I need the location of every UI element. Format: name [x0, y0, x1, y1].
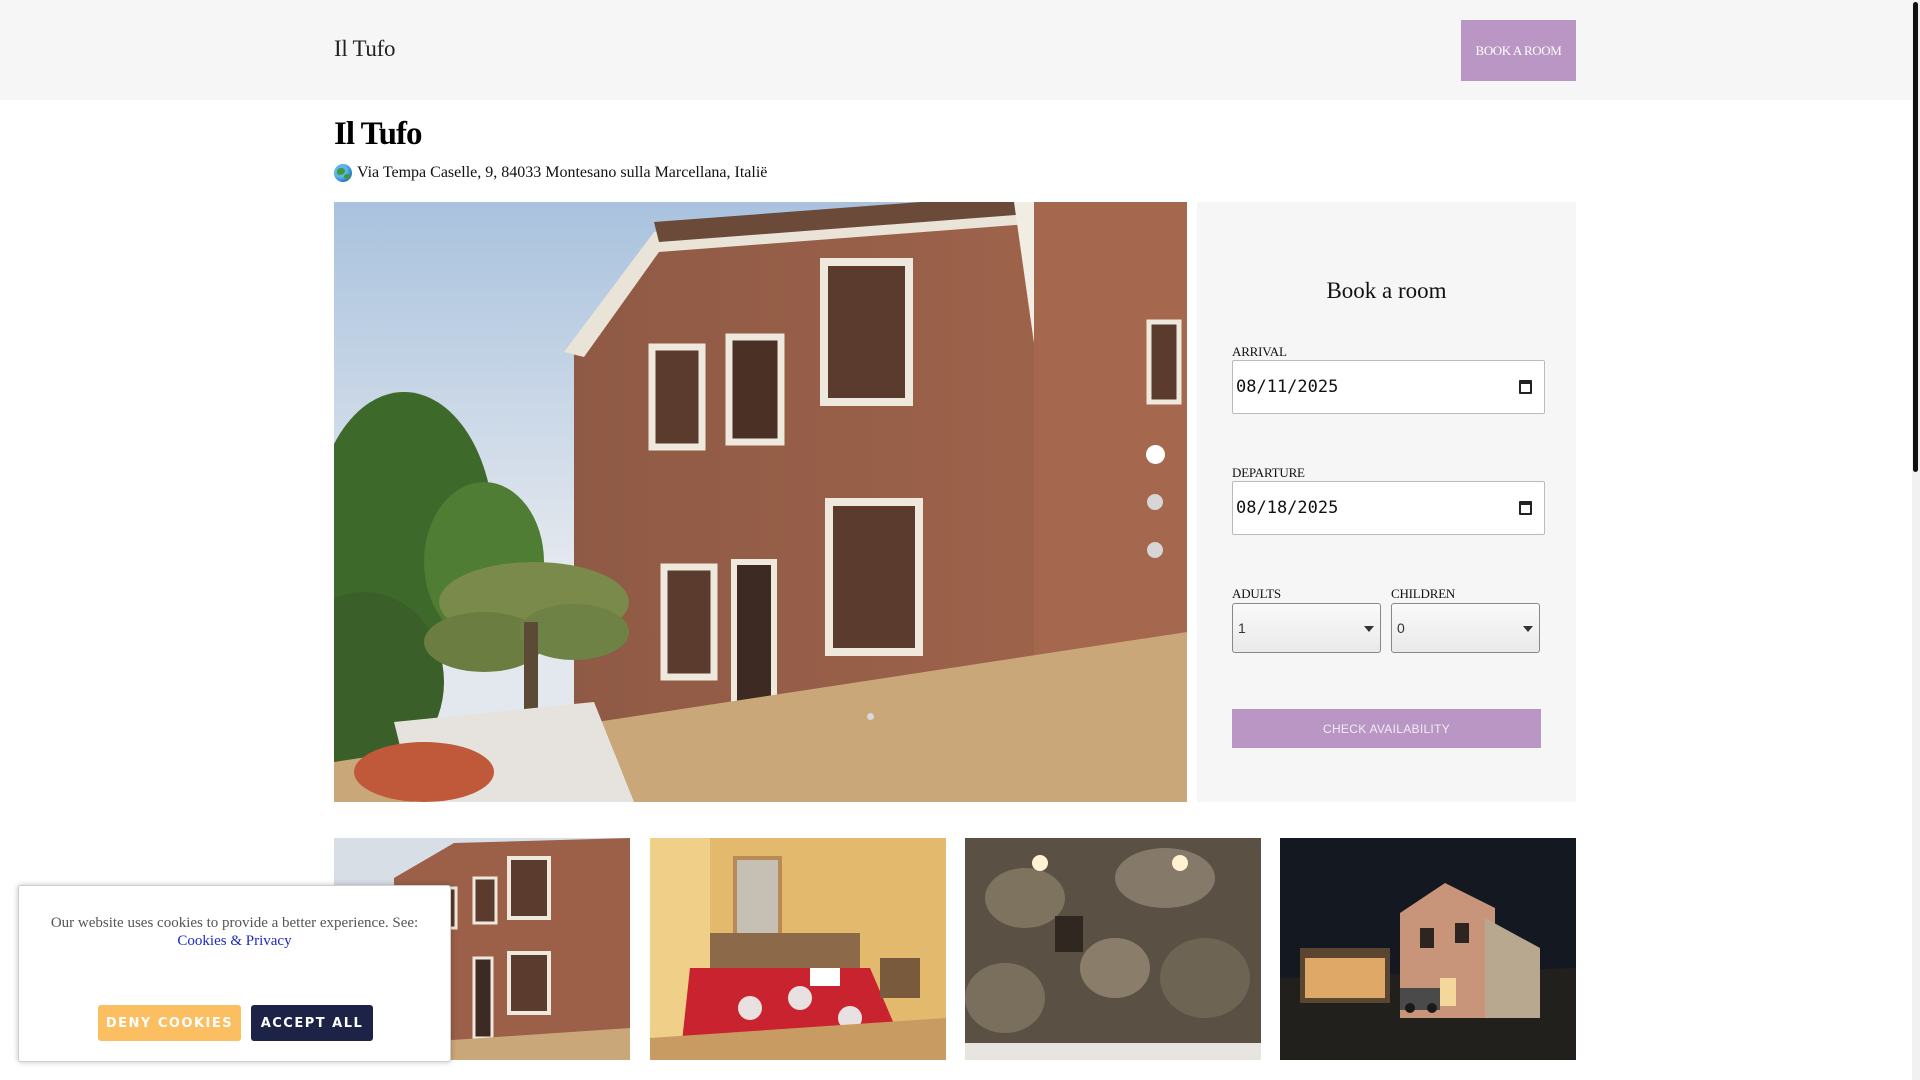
carousel-dot-2[interactable] [1147, 494, 1163, 510]
adults-select[interactable]: 1 [1232, 603, 1381, 653]
thumbnail-photo-house-night [1280, 838, 1576, 1060]
cookie-text: Our website uses cookies to provide a be… [50, 915, 419, 931]
children-select[interactable]: 0 [1391, 603, 1540, 653]
check-availability-button[interactable]: CHECK AVAILABILITY [1232, 709, 1541, 748]
cookie-message: Our website uses cookies to provide a be… [19, 914, 450, 950]
cookies-privacy-link[interactable]: Cookies & Privacy [177, 933, 291, 949]
adults-label: ADULTS [1232, 586, 1281, 601]
globe-icon [334, 164, 352, 182]
departure-date-value: 08/18/2025 [1236, 498, 1339, 518]
accept-all-button[interactable]: ACCEPT ALL [251, 1005, 373, 1041]
carousel-position-indicator [867, 713, 874, 720]
carousel-dot-1[interactable] [1146, 445, 1165, 464]
thumbnail-photo-stone-wall [965, 838, 1261, 1060]
thumbnail-2[interactable] [650, 838, 946, 1060]
hero-image-carousel[interactable] [334, 202, 1187, 802]
booking-panel: Book a room ARRIVAL 08/11/2025 DEPARTURE… [1197, 202, 1576, 802]
address-text: Via Tempa Caselle, 9, 84033 Montesano su… [357, 164, 768, 181]
page-title: Il Tufo [334, 116, 422, 152]
arrival-date-input[interactable]: 08/11/2025 [1232, 360, 1545, 414]
adults-value: 1 [1238, 620, 1246, 636]
hero-photo-house [334, 202, 1187, 802]
arrival-label: ARRIVAL [1232, 344, 1287, 359]
children-label: CHILDREN [1391, 586, 1456, 601]
booking-title: Book a room [1326, 278, 1447, 303]
carousel-dot-3[interactable] [1147, 542, 1163, 558]
scrollbar-thumb[interactable] [1913, 2, 1918, 472]
departure-date-input[interactable]: 08/18/2025 [1232, 481, 1545, 535]
cookie-banner: Our website uses cookies to provide a be… [18, 885, 451, 1062]
property-address: Via Tempa Caselle, 9, 84033 Montesano su… [334, 164, 767, 182]
children-value: 0 [1397, 620, 1405, 636]
brand-logo-text[interactable]: Il Tufo [334, 36, 395, 62]
book-a-room-button[interactable]: BOOK A ROOM [1461, 20, 1576, 81]
chevron-down-icon [1364, 626, 1374, 632]
departure-label: DEPARTURE [1232, 465, 1305, 480]
deny-cookies-button[interactable]: DENY COOKIES [98, 1005, 241, 1041]
thumbnail-4[interactable] [1280, 838, 1576, 1060]
chevron-down-icon [1523, 626, 1533, 632]
top-bar: Il Tufo BOOK A ROOM [0, 0, 1912, 100]
calendar-icon[interactable] [1519, 501, 1532, 515]
thumbnail-3[interactable] [965, 838, 1261, 1060]
arrival-date-value: 08/11/2025 [1236, 377, 1339, 397]
calendar-icon[interactable] [1519, 380, 1532, 394]
thumbnail-photo-bedroom [650, 838, 946, 1060]
